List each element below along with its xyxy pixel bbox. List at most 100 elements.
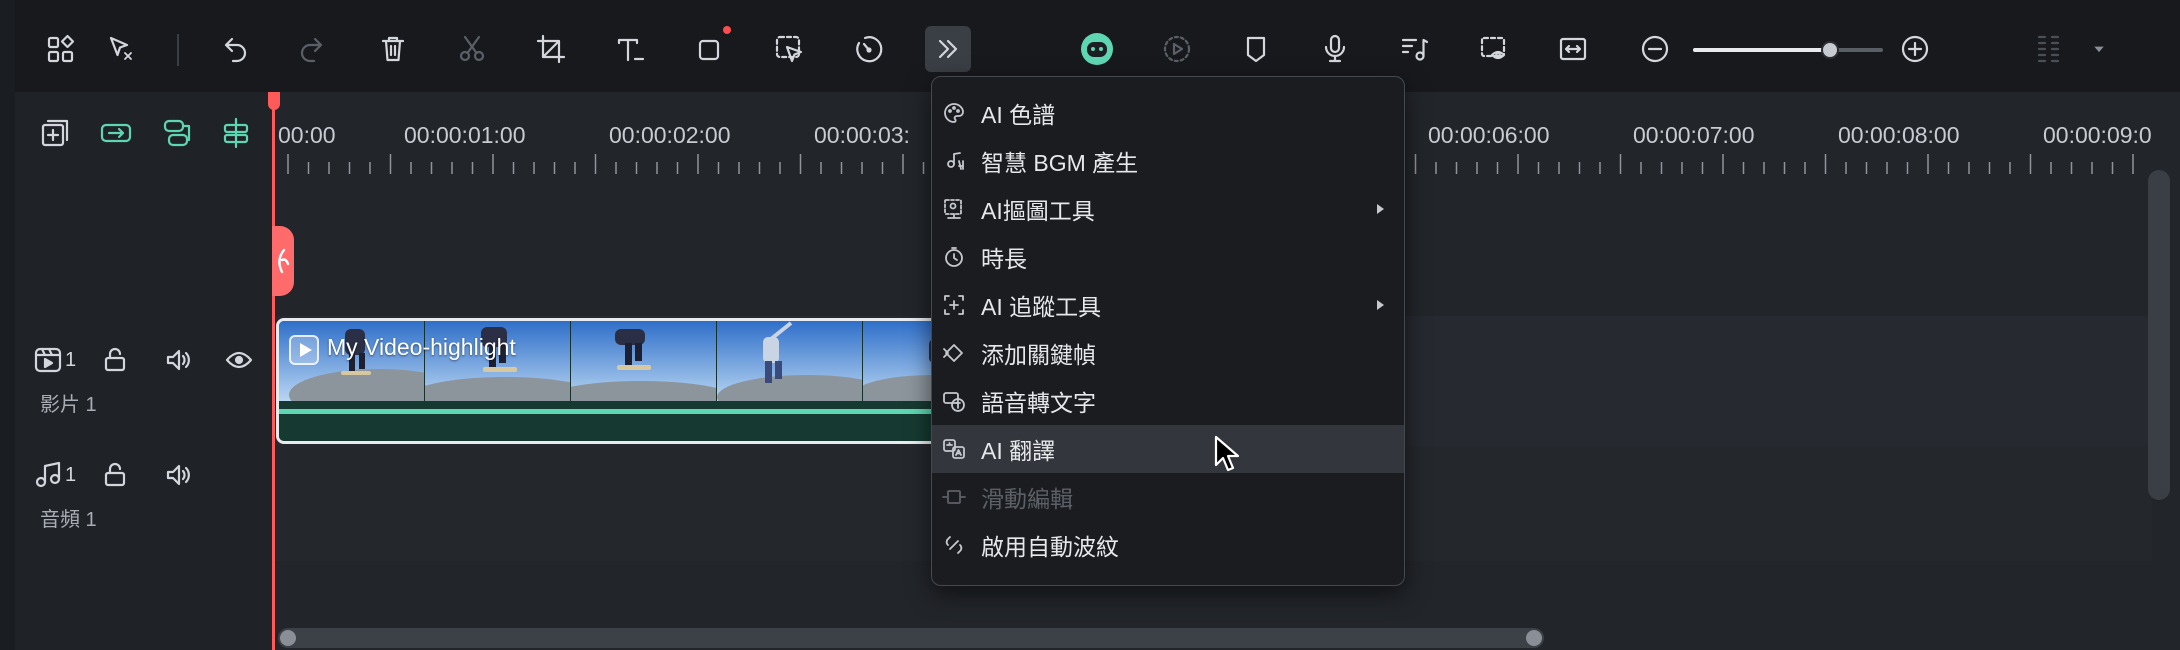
playhead-handle[interactable]	[268, 92, 280, 110]
menu-item-label: 添加關鍵幀	[981, 342, 1096, 368]
fit-timeline-icon[interactable]	[1550, 26, 1596, 72]
menu-item[interactable]: AI 翻譯	[932, 425, 1404, 473]
undo-icon[interactable]	[211, 26, 257, 72]
audio-track-number: 1	[65, 464, 77, 486]
ai-cutout-icon	[942, 197, 966, 221]
speaker-icon[interactable]	[158, 340, 198, 380]
lock-icon[interactable]	[95, 340, 135, 380]
video-track-number: 1	[65, 349, 77, 371]
zoom-out-icon[interactable]	[1632, 26, 1678, 72]
timer-icon	[942, 245, 966, 269]
menu-item-label: AI 色譜	[981, 102, 1056, 128]
redo-icon[interactable]	[290, 26, 336, 72]
menu-item[interactable]: 添加關鍵幀	[932, 329, 1404, 377]
select-cursor-icon[interactable]	[98, 26, 144, 72]
shape-icon[interactable]	[687, 26, 733, 72]
text-icon[interactable]	[607, 26, 653, 72]
scrollbar-start-handle[interactable]	[280, 630, 296, 646]
music-note-icon	[28, 455, 68, 495]
zoom-slider-knob[interactable]	[1821, 41, 1839, 59]
menu-item[interactable]: 語音轉文字	[932, 377, 1404, 425]
grid-menu-icon[interactable]	[2027, 26, 2073, 72]
speed-icon[interactable]	[846, 26, 892, 72]
audio-ducking-icon[interactable]	[1391, 26, 1437, 72]
ai-select-icon[interactable]	[766, 26, 812, 72]
timecode-label: 00:00:03:	[814, 122, 910, 148]
clip-thumbnail	[425, 321, 571, 401]
zoom-slider[interactable]	[1693, 41, 1883, 59]
timecode-label: 00:00:02:00	[609, 122, 731, 148]
video-clip[interactable]: My Video-highlight	[276, 318, 966, 444]
more-tools-menu: AI 色譜智慧 BGM 產生 AI摳圖工具 時長 AI 追蹤工具 添加關鍵幀語音轉文字 A…	[931, 76, 1405, 586]
preview-quality-icon[interactable]	[1471, 26, 1517, 72]
video-track-name: 影片 1	[40, 394, 97, 416]
lock-icon[interactable]	[95, 455, 135, 495]
magnetic-timeline-icon[interactable]	[155, 112, 197, 154]
layout-icon[interactable]	[38, 26, 84, 72]
tracking-icon	[942, 293, 966, 317]
palette-icon	[942, 101, 966, 125]
menu-item-label: 語音轉文字	[981, 390, 1096, 416]
menu-item-label: 智慧 BGM 產生	[981, 150, 1139, 176]
playhead[interactable]	[268, 92, 280, 650]
play-icon	[289, 335, 319, 365]
clip-thumbnail	[717, 321, 863, 401]
clip-thumbnail	[571, 321, 717, 401]
notification-dot	[723, 26, 731, 34]
render-preview-icon[interactable]	[1154, 26, 1200, 72]
timecode-label: 00:00:01:00	[404, 122, 526, 148]
microphone-icon[interactable]	[1312, 26, 1358, 72]
menu-item: 滑動編輯	[932, 473, 1404, 521]
timecode-label: 00:00:09:0	[2043, 122, 2152, 148]
ripple-icon	[942, 533, 966, 557]
chevron-right-icon	[1377, 204, 1384, 214]
audio-track-name: 音頻 1	[40, 509, 97, 531]
clip-thumbnails	[279, 321, 963, 401]
mouse-cursor-icon	[1214, 435, 1240, 472]
horizontal-scrollbar[interactable]	[278, 628, 1544, 648]
chevron-right-icon	[1377, 300, 1384, 310]
translate-icon	[942, 437, 966, 461]
snap-icon[interactable]	[215, 112, 257, 154]
menu-item[interactable]: 智慧 BGM 產生	[932, 137, 1404, 185]
timecode-label: 00:00	[278, 122, 336, 148]
keyframe-icon	[942, 341, 966, 365]
vertical-scrollbar[interactable]	[2148, 170, 2170, 500]
zoom-slider-fill	[1693, 48, 1830, 52]
chevron-down-icon[interactable]	[2085, 26, 2113, 72]
menu-item-label: AI摳圖工具	[981, 198, 1095, 224]
zoom-in-icon[interactable]	[1892, 26, 1938, 72]
add-track-icon[interactable]	[34, 112, 76, 154]
link-clips-icon[interactable]	[95, 112, 137, 154]
menu-item-label: AI 追蹤工具	[981, 294, 1102, 320]
video-track-icon	[28, 340, 68, 380]
menu-item-label: 時長	[981, 246, 1027, 272]
menu-item-label: 啟用自動波紋	[981, 534, 1119, 560]
crop-icon[interactable]	[528, 26, 574, 72]
playhead-marker[interactable]	[272, 226, 294, 296]
menu-item[interactable]: 啟用自動波紋	[932, 521, 1404, 569]
timecode-label: 00:00:07:00	[1633, 122, 1755, 148]
menu-item-label: AI 翻譯	[981, 438, 1056, 464]
toolbar-divider	[177, 34, 179, 66]
timecode-label: 00:00:06:00	[1428, 122, 1550, 148]
clip-audio-waveform	[279, 401, 963, 441]
cut-icon[interactable]	[449, 26, 495, 72]
slide-edit-icon	[942, 485, 966, 509]
menu-item[interactable]: 時長	[932, 233, 1404, 281]
menu-item[interactable]: AI 追蹤工具	[932, 281, 1404, 329]
marker-icon[interactable]	[1233, 26, 1279, 72]
ai-robot-icon[interactable]	[1074, 26, 1120, 72]
menu-item[interactable]: AI 色譜	[932, 89, 1404, 137]
timecode-label: 00:00:08:00	[1838, 122, 1960, 148]
speech-to-text-icon	[942, 389, 966, 413]
menu-item[interactable]: AI摳圖工具	[932, 185, 1404, 233]
scrollbar-end-handle[interactable]	[1526, 630, 1542, 646]
speaker-icon[interactable]	[158, 455, 198, 495]
ai-music-icon	[942, 149, 966, 173]
menu-item-label: 滑動編輯	[981, 486, 1073, 512]
eye-icon[interactable]	[219, 340, 259, 380]
delete-icon[interactable]	[370, 26, 416, 72]
more-tools-icon[interactable]	[925, 26, 971, 72]
clip-title: My Video-highlight	[327, 334, 516, 360]
